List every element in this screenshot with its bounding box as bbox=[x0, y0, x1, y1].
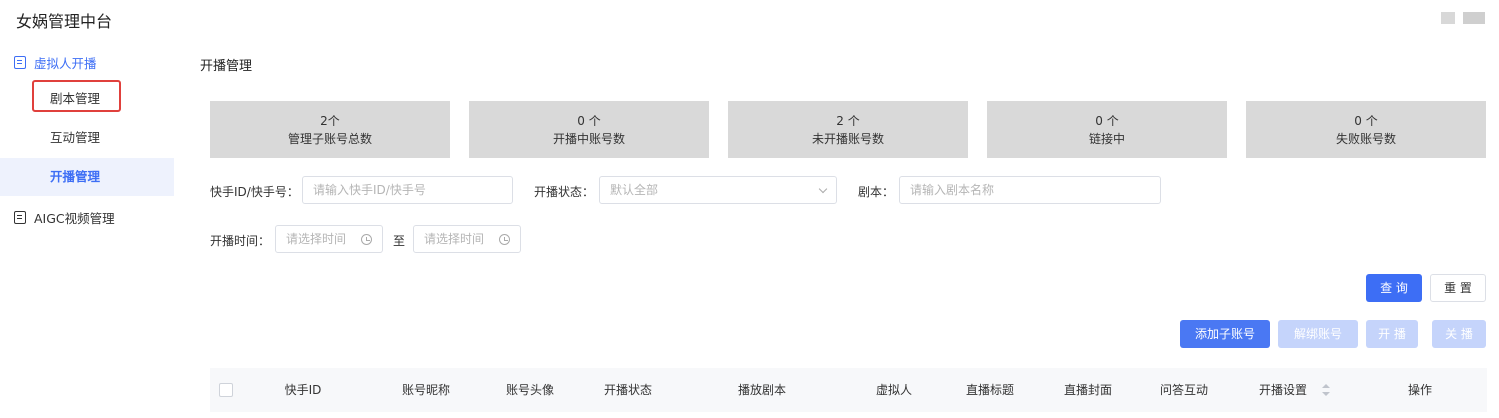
stat-card-not-live: 2 个 未开播账号数 bbox=[728, 101, 968, 158]
clipboard-icon bbox=[14, 56, 26, 69]
sidebar-group-label: 虚拟人开播 bbox=[34, 56, 97, 71]
column-header: 虚拟人 bbox=[875, 383, 912, 397]
stat-label: 链接中 bbox=[1088, 132, 1125, 146]
top-bar: 女娲管理中台 bbox=[0, 0, 1499, 40]
end-time-placeholder: 请选择时间 bbox=[424, 232, 485, 246]
stat-card-total: 2个 管理子账号总数 bbox=[210, 101, 450, 158]
user-avatar[interactable] bbox=[1441, 12, 1485, 24]
stat-value: 0 个 bbox=[1095, 114, 1119, 128]
column-header: 问答互动 bbox=[1159, 383, 1208, 397]
sidebar-item-label: 互动管理 bbox=[50, 130, 101, 145]
stats-row: 2个 管理子账号总数 0 个 开播中账号数 2 个 未开播账号数 0 个 链接中… bbox=[210, 101, 1487, 158]
status-select-value: 默认全部 bbox=[610, 183, 659, 197]
stat-value: 2个 bbox=[320, 114, 340, 128]
add-sub-account-button[interactable]: 添加子账号 bbox=[1180, 320, 1270, 348]
stat-card-failed: 0 个 失败账号数 bbox=[1246, 101, 1486, 158]
column-header: 账号昵称 bbox=[401, 383, 450, 397]
stat-label: 失败账号数 bbox=[1335, 132, 1396, 146]
status-filter-label: 开播状态： bbox=[534, 185, 595, 199]
stat-label: 开播中账号数 bbox=[552, 132, 625, 146]
page-title: 开播管理 bbox=[200, 59, 253, 74]
reset-button[interactable]: 重 置 bbox=[1430, 274, 1486, 302]
script-filter-label: 剧本： bbox=[858, 185, 895, 199]
stat-card-connecting: 0 个 链接中 bbox=[987, 101, 1227, 158]
start-live-button[interactable]: 开 播 bbox=[1366, 320, 1418, 348]
time-filter-label: 开播时间： bbox=[210, 234, 271, 248]
clock-icon bbox=[361, 234, 372, 245]
table-header: 快手ID 账号昵称 账号头像 开播状态 播放剧本 虚拟人 直播标题 直播封面 问… bbox=[210, 368, 1487, 412]
stat-value: 0 个 bbox=[1354, 114, 1378, 128]
script-search-input[interactable] bbox=[899, 176, 1161, 204]
account-filter-label: 快手ID/快手号： bbox=[210, 185, 299, 199]
end-time-picker[interactable]: 请选择时间 bbox=[413, 225, 521, 253]
main-content: 开播管理 2个 管理子账号总数 0 个 开播中账号数 2 个 未开播账号数 0 … bbox=[190, 40, 1499, 418]
start-time-picker[interactable]: 请选择时间 bbox=[275, 225, 383, 253]
sidebar-item-interaction-management[interactable]: 互动管理 bbox=[0, 119, 174, 157]
sidebar-item-label: 开播管理 bbox=[50, 169, 101, 184]
stat-card-live: 0 个 开播中账号数 bbox=[469, 101, 709, 158]
column-header: 开播设置 bbox=[1258, 383, 1307, 397]
clipboard-icon bbox=[14, 211, 26, 224]
stop-live-button[interactable]: 关 播 bbox=[1432, 320, 1486, 348]
username-placeholder bbox=[1463, 12, 1485, 24]
clock-icon bbox=[499, 234, 510, 245]
sidebar-item-live-management[interactable]: 开播管理 bbox=[0, 158, 174, 196]
column-header: 快手ID bbox=[284, 383, 322, 397]
app-title: 女娲管理中台 bbox=[16, 12, 113, 31]
unbind-account-button[interactable]: 解绑账号 bbox=[1278, 320, 1358, 348]
column-header: 开播状态 bbox=[603, 383, 652, 397]
stat-value: 2 个 bbox=[836, 114, 860, 128]
column-header: 直播封面 bbox=[1063, 383, 1112, 397]
status-select[interactable]: 默认全部 bbox=[599, 176, 837, 204]
chevron-down-icon bbox=[818, 184, 828, 194]
highlight-annotation-box bbox=[32, 80, 121, 112]
column-header: 直播标题 bbox=[965, 383, 1014, 397]
stat-label: 管理子账号总数 bbox=[287, 132, 372, 146]
avatar-icon bbox=[1441, 12, 1455, 24]
sidebar-group-label: AIGC视频管理 bbox=[34, 211, 115, 226]
sidebar-group-aigc-video[interactable]: AIGC视频管理 bbox=[14, 208, 115, 227]
sort-icon[interactable] bbox=[1322, 384, 1330, 396]
account-search-input[interactable] bbox=[302, 176, 513, 204]
column-header: 播放剧本 bbox=[737, 383, 786, 397]
stat-value: 0 个 bbox=[577, 114, 601, 128]
column-header: 操作 bbox=[1407, 383, 1432, 397]
start-time-placeholder: 请选择时间 bbox=[286, 232, 347, 246]
select-all-checkbox[interactable] bbox=[219, 383, 233, 397]
time-range-separator: 至 bbox=[393, 234, 406, 248]
stat-label: 未开播账号数 bbox=[811, 132, 884, 146]
sidebar: 虚拟人开播 剧本管理 互动管理 开播管理 AIGC视频管理 bbox=[0, 40, 190, 418]
column-header: 账号头像 bbox=[505, 383, 554, 397]
query-button[interactable]: 查 询 bbox=[1366, 274, 1422, 302]
sidebar-group-virtual-live[interactable]: 虚拟人开播 bbox=[14, 53, 97, 72]
